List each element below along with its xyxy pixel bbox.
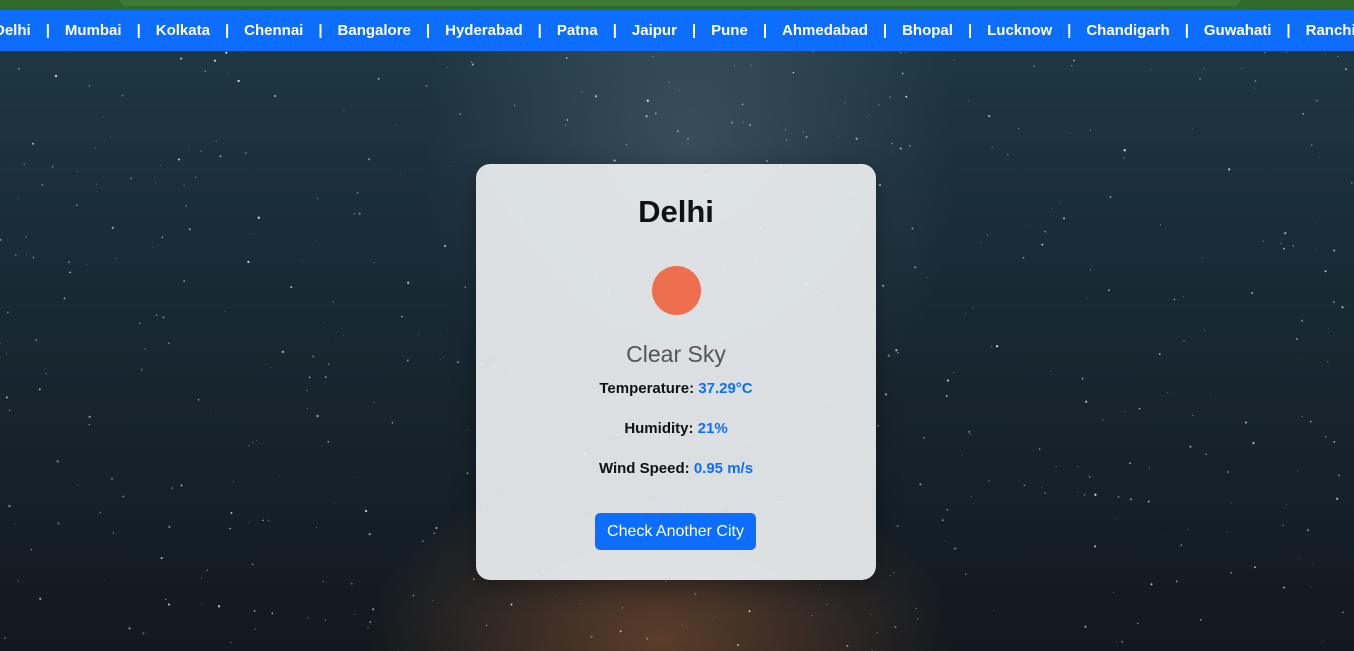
top-strip-pill [120, 0, 1240, 6]
humidity-row: Humidity: 21% [476, 420, 876, 437]
city-link-jaipur[interactable]: Jaipur [632, 22, 677, 39]
city-link-mumbai[interactable]: Mumbai [65, 22, 122, 39]
humidity-label: Humidity: [624, 420, 694, 437]
temperature-value: 37.29°C [698, 380, 753, 397]
city-link-bhopal[interactable]: Bhopal [902, 22, 953, 39]
check-another-city-button[interactable]: Check Another City [595, 513, 756, 550]
city-separator: | [612, 22, 617, 39]
humidity-value: 21% [697, 420, 728, 437]
city-title: Delhi [638, 194, 714, 229]
city-link-hyderabad[interactable]: Hyderabad [445, 22, 523, 39]
city-separator: | [537, 22, 542, 39]
temperature-label: Temperature: [599, 380, 695, 397]
city-separator: | [425, 22, 431, 39]
wind-speed-row: Wind Speed: 0.95 m/s [476, 460, 876, 477]
city-separator: | [967, 22, 973, 39]
city-separator: | [1067, 22, 1072, 39]
city-link-bangalore[interactable]: Bangalore [338, 22, 411, 39]
city-separator: | [136, 22, 141, 39]
wind-speed-value: 0.95 m/s [693, 460, 754, 477]
city-link-lucknow[interactable]: Lucknow [987, 22, 1052, 39]
city-link-patna[interactable]: Patna [557, 22, 598, 39]
city-separator: | [1184, 22, 1189, 39]
city-link-ranchi[interactable]: Ranchi [1306, 22, 1354, 39]
city-separator: | [45, 22, 50, 39]
sun-icon [652, 266, 701, 315]
wind-speed-label: Wind Speed: [598, 460, 690, 477]
city-separator: | [1286, 22, 1291, 39]
browser-top-strip [0, 0, 1354, 10]
city-separator: | [882, 22, 888, 39]
city-link-chennai[interactable]: Chennai [244, 22, 303, 39]
city-link-chandigarh[interactable]: Chandigarh [1086, 22, 1169, 39]
temperature-row: Temperature: 37.29°C [476, 380, 876, 397]
city-link-pune[interactable]: Pune [711, 22, 748, 39]
city-separator: | [691, 22, 697, 39]
city-navigation-bar: Delhi | Mumbai | Kolkata | Chennai | Bangalore | H… [0, 10, 1354, 51]
city-ticker: Delhi | Mumbai | Kolkata | Chennai | Bangalore | H… [0, 10, 1354, 51]
city-separator: | [762, 22, 768, 39]
city-separator: | [318, 22, 323, 39]
city-link-delhi[interactable]: Delhi [0, 22, 31, 39]
city-link-guwahati[interactable]: Guwahati [1204, 22, 1272, 39]
city-link-kolkata[interactable]: Kolkata [156, 22, 210, 39]
weather-description: Clear Sky [626, 341, 726, 367]
city-separator: | [224, 22, 230, 39]
city-link-ahmedabad[interactable]: Ahmedabad [782, 22, 868, 39]
weather-card: Delhi Clear Sky Temperature: 37.29°C Hum… [476, 164, 876, 580]
